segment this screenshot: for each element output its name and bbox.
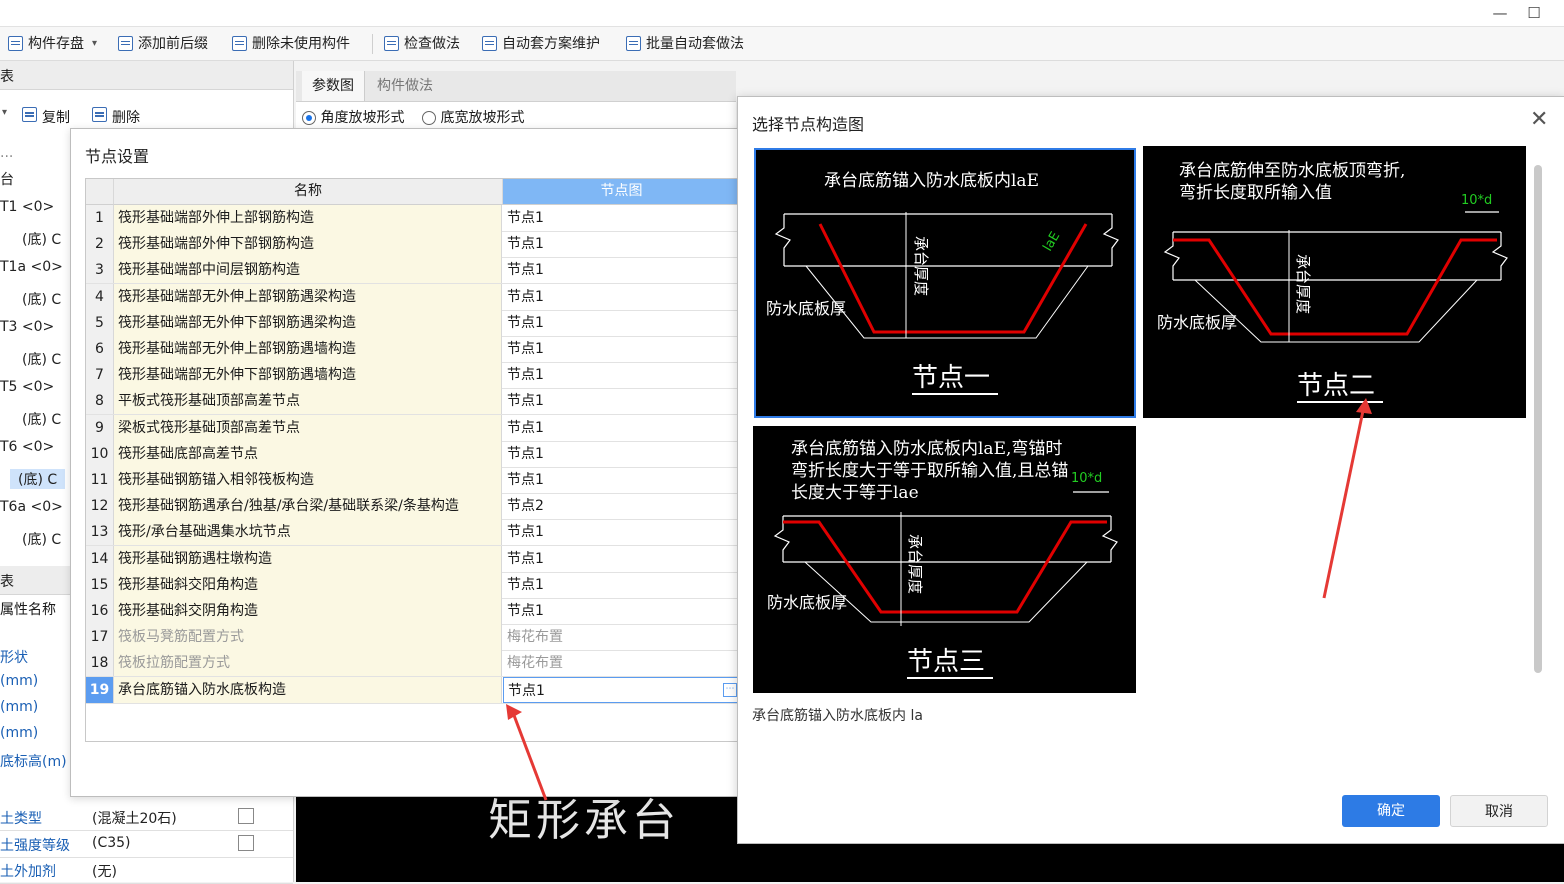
annotation-arrows: [506, 398, 1372, 801]
arrow-to-grid-cell: [510, 709, 548, 801]
arrow-to-node-two: [1322, 405, 1366, 599]
